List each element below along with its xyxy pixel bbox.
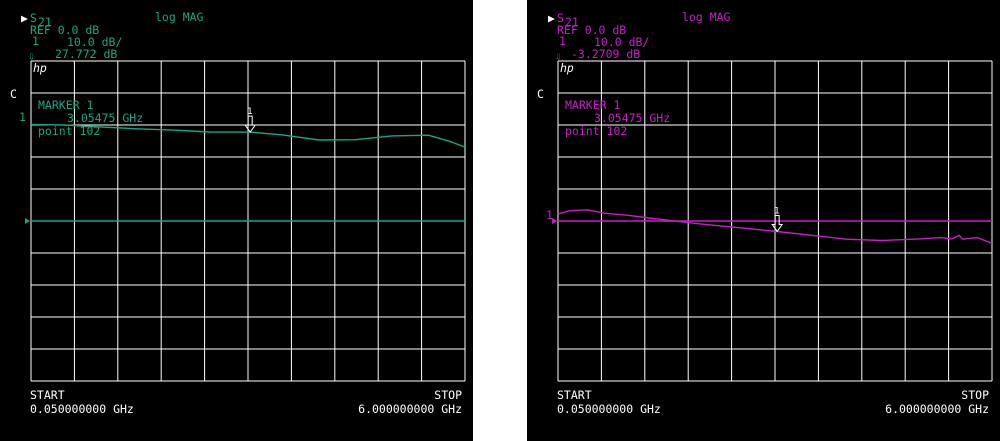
hp-logo: hp <box>33 61 47 75</box>
trace-indicator-icon: ▶ <box>21 11 28 25</box>
left-analyzer-screen: ▶ S 21 log MAG REF 0.0 dB 10.0 dB/ 1 ⇩ 2… <box>0 0 473 441</box>
stop-label: STOP <box>961 388 989 402</box>
right-chart-svg: ▶ S 21 log MAG REF 0.0 dB 10.0 dB/ 1 ⇩ -… <box>537 10 993 416</box>
marker-title: MARKER 1 <box>565 98 620 112</box>
marker-arrow-icon: 1 <box>244 107 257 133</box>
start-value: 0.050000000 GHz <box>30 402 134 416</box>
trace-indicator-icon: ▶ <box>548 11 555 25</box>
format-label: log MAG <box>682 10 731 24</box>
start-label: START <box>557 388 592 402</box>
marker-arrow-icon: 1 <box>771 206 784 233</box>
start-label: START <box>30 388 65 402</box>
channel-label: C <box>10 87 17 101</box>
channel-label: C <box>537 87 544 101</box>
left-chart-svg: ▶ S 21 log MAG REF 0.0 dB 10.0 dB/ 1 ⇩ 2… <box>10 10 466 416</box>
marker-title: MARKER 1 <box>38 98 93 112</box>
start-value: 0.050000000 GHz <box>557 402 661 416</box>
header-port-number: 1 <box>32 34 39 48</box>
format-label: log MAG <box>155 10 204 24</box>
trace-ref-number: 1 <box>19 110 26 124</box>
marker-number: 1 <box>774 206 779 216</box>
reference-marker-icon <box>25 218 30 224</box>
marker-arrow-shape <box>771 214 784 233</box>
marker-frequency: 3.05475 GHz <box>67 111 143 125</box>
marker-point: point 102 <box>565 124 627 138</box>
trace-ref-number: 1 <box>546 208 553 222</box>
marker-number: 1 <box>247 107 252 117</box>
header-port-number: 1 <box>559 34 566 48</box>
stop-value: 6.000000000 GHz <box>358 402 462 416</box>
stop-value: 6.000000000 GHz <box>885 402 989 416</box>
marker-value: -3.2709 dB <box>571 47 640 61</box>
hp-logo: hp <box>560 61 574 75</box>
reference-marker-icon <box>552 218 557 224</box>
right-analyzer-screen: ▶ S 21 log MAG REF 0.0 dB 10.0 dB/ 1 ⇩ -… <box>527 0 1000 441</box>
stop-label: STOP <box>434 388 462 402</box>
marker-arrow-shape <box>244 115 257 133</box>
marker-value: 27.772 dB <box>55 47 117 61</box>
marker-frequency: 3.05475 GHz <box>594 111 670 125</box>
